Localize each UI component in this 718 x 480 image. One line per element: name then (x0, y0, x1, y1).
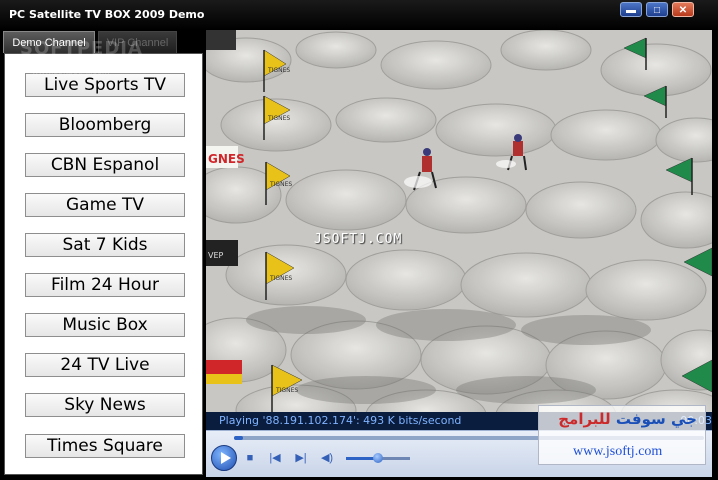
flag-label: TIGNES (269, 181, 292, 188)
window-title: PC Satellite TV BOX 2009 Demo (9, 8, 205, 21)
channel-button-live-sports-tv[interactable]: Live Sports TV (25, 73, 185, 97)
flag-label: TIGNES (267, 67, 290, 74)
channel-button-film-24-hour[interactable]: Film 24 Hour (25, 273, 185, 297)
video-frame: TIGNES TIGNES TIGNES TIGNES TIGNES GNES … (206, 30, 712, 412)
banner-label: GNES (208, 152, 245, 166)
softpedia-watermark: SOFTPEDIA (20, 38, 143, 59)
flag-label: TIGNES (269, 275, 292, 282)
video-overlay-text: JSOFTJ.COM (314, 232, 403, 247)
flag-label: TIGNES (267, 115, 290, 122)
volume-knob[interactable] (373, 453, 383, 463)
previous-button[interactable]: |◀ (268, 451, 282, 465)
volume-slider[interactable] (346, 453, 410, 463)
channel-button-sky-news[interactable]: Sky News (25, 393, 185, 417)
minimize-icon: ▬ (626, 5, 636, 16)
video-display[interactable]: TIGNES TIGNES TIGNES TIGNES TIGNES GNES … (206, 30, 712, 412)
volume-icon[interactable]: ◀) (320, 451, 334, 465)
brand-arabic-text: جي سوفت للبرامج (558, 410, 697, 428)
close-icon: ✕ (678, 5, 688, 16)
channel-button-game-tv[interactable]: Game TV (25, 193, 185, 217)
flag-label: TIGNES (275, 387, 298, 394)
banner-label: VEP (208, 251, 224, 260)
brand-url: www.jsoftj.com (573, 444, 663, 459)
channel-list-panel: Live Sports TV Bloomberg CBN Espanol Gam… (4, 53, 203, 475)
brand-overlay: جي سوفت للبرامج www.jsoftj.com (538, 405, 706, 465)
title-bar[interactable]: PC Satellite TV BOX 2009 Demo ▬ □ ✕ (0, 0, 718, 30)
channel-button-music-box[interactable]: Music Box (25, 313, 185, 337)
stop-button[interactable]: ■ (243, 451, 257, 465)
softpedia-watermark-url: www.softpedia.com (32, 66, 110, 76)
close-button[interactable]: ✕ (672, 2, 694, 17)
channel-button-cbn-espanol[interactable]: CBN Espanol (25, 153, 185, 177)
play-button[interactable] (211, 445, 237, 471)
playback-status: Playing '88.191.102.174': 493 K bits/sec… (219, 414, 462, 427)
minimize-button[interactable]: ▬ (620, 2, 642, 17)
play-icon (221, 452, 231, 464)
maximize-icon: □ (653, 5, 661, 16)
channel-button-bloomberg[interactable]: Bloomberg (25, 113, 185, 137)
channel-button-24-tv-live[interactable]: 24 TV Live (25, 353, 185, 377)
channel-button-times-square[interactable]: Times Square (25, 434, 185, 458)
seek-progress (234, 436, 244, 440)
channel-button-sat-7-kids[interactable]: Sat 7 Kids (25, 233, 185, 257)
maximize-button[interactable]: □ (646, 2, 668, 17)
next-button[interactable]: ▶| (294, 451, 308, 465)
